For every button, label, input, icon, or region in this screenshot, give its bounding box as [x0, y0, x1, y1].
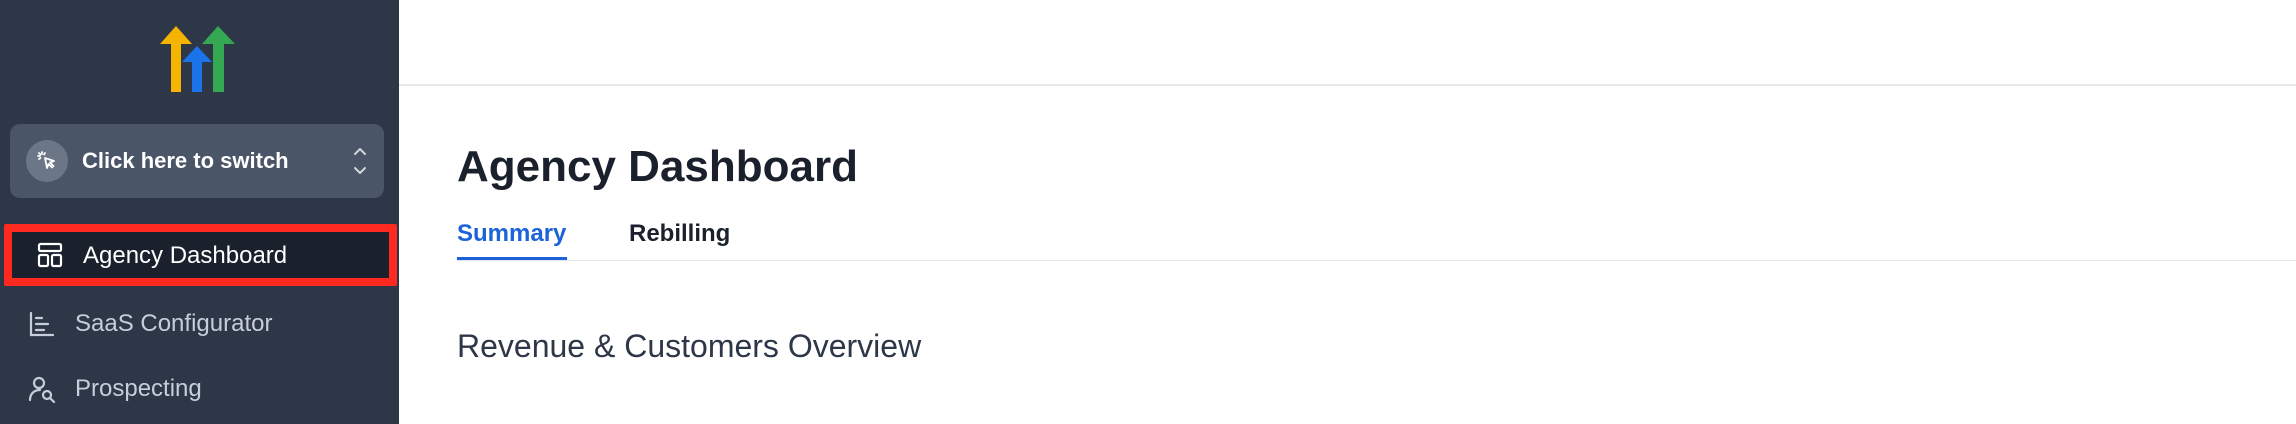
tab-summary[interactable]: Summary [457, 220, 567, 260]
sidebar-item-label: Prospecting [75, 375, 202, 402]
sidebar-item-agency-dashboard[interactable]: Agency Dashboard [4, 224, 397, 286]
arrows-logo-icon[interactable] [160, 26, 235, 94]
tab-bar: Summary Rebilling [457, 220, 2296, 261]
location-switcher[interactable]: Click here to switch [10, 124, 384, 198]
pointer-click-icon [26, 140, 68, 182]
tab-rebilling[interactable]: Rebilling [629, 220, 730, 260]
chevron-up-down-icon [352, 144, 368, 178]
bar-chart-icon [27, 309, 57, 339]
main-content: Agency Dashboard Summary Rebilling Reven… [399, 86, 2296, 424]
sidebar-item-saas-configurator[interactable]: SaaS Configurator [0, 296, 399, 352]
sidebar: Click here to switch Agency Dashboard Sa… [0, 0, 399, 424]
sidebar-item-label: Agency Dashboard [83, 242, 288, 269]
section-title: Revenue & Customers Overview [457, 328, 922, 364]
sidebar-item-label: SaaS Configurator [75, 310, 273, 337]
top-bar [399, 0, 2296, 86]
switcher-label: Click here to switch [82, 148, 289, 173]
user-search-icon [27, 374, 57, 404]
layout-dashboard-icon [35, 240, 65, 270]
sidebar-item-prospecting[interactable]: Prospecting [0, 361, 399, 417]
active-item-background: Agency Dashboard [12, 232, 389, 278]
page-title: Agency Dashboard [457, 142, 858, 191]
